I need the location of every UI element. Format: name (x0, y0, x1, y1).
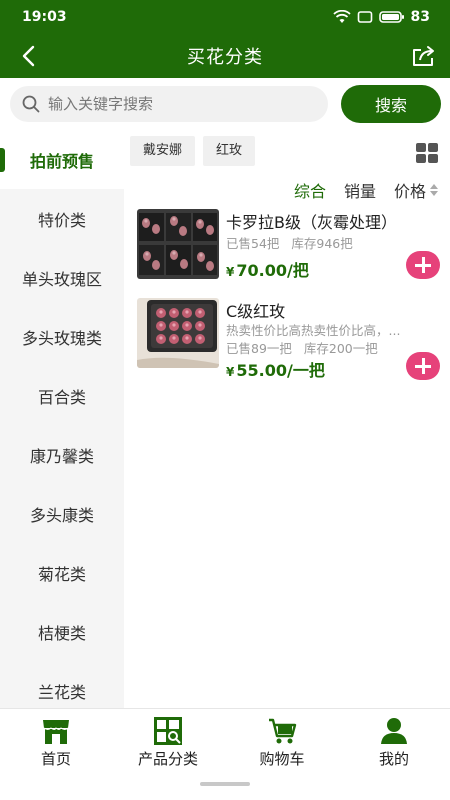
product-stock: 库存946把 (291, 236, 353, 251)
search-input[interactable] (48, 95, 288, 113)
sidebar-item-label: 拍前预售 (29, 151, 94, 171)
filter-tag[interactable]: 红玫 (203, 136, 256, 166)
product-price: ¥70.00/把 (226, 257, 309, 281)
product-name: C级红玫 (226, 302, 286, 321)
search-bar: 搜索 (0, 78, 450, 130)
sidebar-item-label: 多头康类 (29, 505, 94, 525)
add-to-cart-button[interactable] (406, 352, 440, 380)
category-search-icon (154, 717, 182, 745)
sim-icon (357, 11, 372, 23)
sidebar-item-carnation[interactable]: 康乃馨类 (0, 425, 124, 484)
sidebar-item-presale[interactable]: 拍前预售 (0, 130, 124, 189)
back-button[interactable] (14, 42, 42, 70)
category-sidebar: 拍前预售 特价类 单头玫瑰区 多头玫瑰类 百合类 康乃馨类 多头康类 菊花类 桔… (0, 130, 124, 708)
status-icons: 83 (332, 9, 430, 25)
product-price-value: 55.00/一把 (236, 361, 325, 380)
chevron-left-icon (22, 45, 35, 67)
product-stock: 库存200一把 (303, 341, 378, 356)
home-indicator[interactable] (200, 782, 250, 786)
wifi-icon (332, 10, 351, 23)
sidebar-item-chrysanthemum[interactable]: 菊花类 (0, 543, 124, 602)
product-description: 热卖性价比高热卖性价比高，... (226, 323, 401, 338)
sidebar-item-label: 康乃馨类 (29, 446, 94, 466)
sidebar-item-label: 特价类 (37, 210, 86, 230)
sidebar-item-single-rose[interactable]: 单头玫瑰区 (0, 248, 124, 307)
product-item[interactable]: C级红玫 热卖性价比高热卖性价比高，... 已售89一把 库存200一把 ¥55.… (137, 298, 440, 380)
grid-view-icon[interactable] (416, 143, 438, 163)
battery-icon (378, 11, 404, 23)
product-price-value: 70.00/把 (236, 261, 309, 280)
share-button[interactable] (408, 41, 440, 71)
sidebar-item-label: 单头玫瑰区 (21, 269, 102, 289)
user-icon (381, 718, 407, 744)
product-sold: 已售54把 (226, 236, 280, 251)
sort-price[interactable]: 价格 (394, 178, 438, 202)
search-button[interactable]: 搜索 (341, 85, 441, 123)
bottom-tab-bar: 首页 产品分类 购物车 我的 (0, 708, 450, 800)
sort-comprehensive[interactable]: 综合 (294, 178, 326, 202)
sort-arrows-icon (430, 184, 438, 196)
search-icon (22, 95, 40, 113)
sidebar-item-multi-carnation[interactable]: 多头康类 (0, 484, 124, 543)
page-title: 买花分类 (187, 47, 263, 68)
cart-icon (269, 718, 297, 744)
sort-bar: 综合 销量 价格 (294, 178, 438, 202)
sort-sales[interactable]: 销量 (344, 178, 376, 202)
sidebar-item-multi-rose[interactable]: 多头玫瑰类 (0, 307, 124, 366)
sidebar-item-platycodon[interactable]: 桔梗类 (0, 602, 124, 661)
product-sold: 已售89一把 (226, 341, 292, 356)
product-item[interactable]: 卡罗拉B级（灰霉处理） 已售54把 库存946把 ¥70.00/把 (137, 209, 440, 281)
sidebar-item-special[interactable]: 特价类 (0, 189, 124, 248)
battery-level: 83 (410, 9, 430, 25)
tab-label: 产品分类 (137, 750, 198, 768)
product-image (137, 298, 219, 368)
sidebar-item-label: 百合类 (37, 387, 86, 407)
add-to-cart-button[interactable] (406, 251, 440, 279)
sidebar-item-orchid[interactable]: 兰花类 (0, 661, 124, 708)
tab-categories[interactable]: 产品分类 (112, 717, 224, 769)
filter-tag[interactable]: 戴安娜 (130, 136, 196, 166)
sidebar-item-lily[interactable]: 百合类 (0, 366, 124, 425)
currency-symbol: ¥ (226, 265, 235, 279)
tab-cart[interactable]: 购物车 (226, 717, 338, 769)
tab-mine[interactable]: 我的 (338, 717, 450, 769)
tab-label: 购物车 (259, 750, 305, 768)
sidebar-item-label: 菊花类 (37, 564, 86, 584)
product-price: ¥55.00/一把 (226, 357, 325, 381)
status-time: 19:03 (22, 9, 67, 25)
search-box[interactable] (10, 86, 328, 122)
product-name: 卡罗拉B级（灰霉处理） (226, 213, 397, 232)
sidebar-item-label: 桔梗类 (37, 623, 86, 643)
share-icon (413, 46, 434, 66)
tab-home[interactable]: 首页 (0, 717, 112, 769)
product-stats: 已售54把 库存946把 (226, 233, 353, 252)
filter-tags: 戴安娜 红玫 (130, 136, 256, 166)
product-image (137, 209, 219, 279)
tab-label: 我的 (378, 750, 409, 768)
product-panel: 戴安娜 红玫 综合 销量 价格 卡罗拉B级（灰霉处理） 已售54把 库存946把… (124, 130, 450, 708)
status-bar: 19:03 83 (0, 0, 450, 34)
tab-label: 首页 (40, 750, 71, 768)
sort-price-label: 价格 (393, 182, 426, 201)
sidebar-item-label: 兰花类 (37, 682, 86, 702)
nav-bar: 买花分类 (0, 34, 450, 78)
product-stats: 已售89一把 库存200一把 (226, 338, 378, 357)
storefront-icon (43, 720, 69, 744)
app-header: 19:03 83 买花分类 (0, 0, 450, 78)
sidebar-item-label: 多头玫瑰类 (21, 328, 102, 348)
currency-symbol: ¥ (226, 365, 235, 379)
